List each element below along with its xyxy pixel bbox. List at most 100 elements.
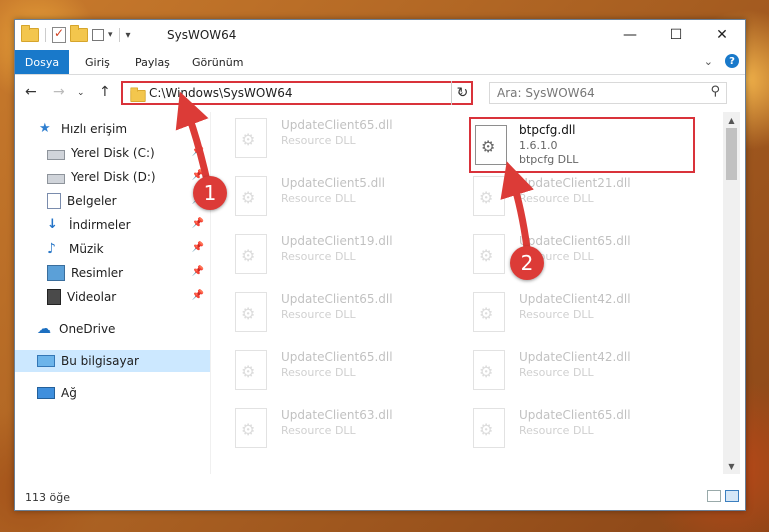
sidebar-item-label: Yerel Disk (D:) <box>71 170 156 184</box>
address-path[interactable]: C:\Windows\SysWOW64 <box>149 86 293 100</box>
sidebar-item-network[interactable]: Ağ <box>15 382 210 404</box>
star-icon: ★ <box>39 121 51 136</box>
folder-icon <box>21 25 39 42</box>
list-item[interactable]: UpdateClient65.dllResource DLL <box>211 344 421 396</box>
dll-file-icon <box>473 176 505 216</box>
scroll-thumb[interactable] <box>726 128 737 180</box>
dll-file-icon <box>235 408 267 448</box>
tab-file[interactable]: Dosya <box>15 50 69 74</box>
sidebar-item-local-disk-d[interactable]: Yerel Disk (D:) 📌 <box>15 166 210 188</box>
separator <box>45 28 46 42</box>
details-view-icon[interactable] <box>707 490 721 502</box>
list-item[interactable]: UpdateClient21.dllResource DLL <box>449 170 659 222</box>
dll-file-icon <box>473 234 505 274</box>
navigation-pane: ★ Hızlı erişim Yerel Disk (C:) 📌 Yerel D… <box>15 112 210 474</box>
drive-icon <box>47 173 65 184</box>
address-bar[interactable]: C:\Windows\SysWOW64 ⌄ <box>121 81 473 105</box>
window-controls: — ☐ ✕ <box>607 20 745 50</box>
search-input[interactable]: Ara: SysWOW64 ⚲ <box>489 82 727 104</box>
network-icon <box>37 387 55 399</box>
pin-icon[interactable]: 📌 <box>192 290 204 301</box>
file-description: btpcfg DLL <box>519 153 579 166</box>
dll-file-icon <box>235 176 267 216</box>
maximize-button[interactable]: ☐ <box>653 20 699 50</box>
folder-icon <box>130 87 146 102</box>
scroll-up-icon[interactable]: ▲ <box>723 112 740 128</box>
up-icon[interactable]: ↑ <box>99 84 111 100</box>
pin-icon[interactable]: 📌 <box>192 218 204 229</box>
dll-file-icon <box>235 292 267 332</box>
quick-access-toolbar: ▾ ▾ <box>21 25 131 43</box>
vertical-scrollbar[interactable]: ▲ ▼ <box>723 112 740 474</box>
expand-ribbon-icon[interactable]: ⌄ <box>704 55 713 68</box>
sidebar-item-onedrive[interactable]: ☁ OneDrive <box>15 318 210 340</box>
view-toggle <box>707 490 739 502</box>
sidebar-item-videos[interactable]: Videolar 📌 <box>15 286 210 308</box>
pin-icon[interactable]: 📌 <box>192 146 204 157</box>
sidebar-item-local-disk-c[interactable]: Yerel Disk (C:) 📌 <box>15 142 210 164</box>
sidebar-item-quick-access[interactable]: ★ Hızlı erişim <box>15 118 210 140</box>
sidebar-item-label: Resimler <box>71 266 124 280</box>
customize-toolbar-icon[interactable]: ▾ <box>126 30 131 41</box>
download-icon: ↓ <box>47 217 58 232</box>
file-version: 1.6.1.0 <box>519 139 558 152</box>
refresh-button[interactable]: ↻ <box>451 81 473 105</box>
dll-file-icon <box>235 234 267 274</box>
pin-icon[interactable]: 📌 <box>192 266 204 277</box>
back-icon[interactable]: ← <box>25 84 37 100</box>
list-item[interactable]: UpdateClient5.dllResource DLL <box>211 170 421 222</box>
dll-file-icon <box>235 118 267 158</box>
minimize-button[interactable]: — <box>607 20 653 50</box>
highlighted-file-btpcfg[interactable]: btpcfg.dll 1.6.1.0 btpcfg DLL <box>469 117 695 173</box>
sidebar-item-label: Müzik <box>69 242 104 256</box>
new-folder-icon[interactable] <box>70 25 88 42</box>
dll-file-icon <box>235 350 267 390</box>
list-item[interactable]: UpdateClient65.dllResource DLL <box>211 112 421 164</box>
chevron-down-icon[interactable]: ▾ <box>108 30 113 40</box>
list-item[interactable]: UpdateClient42.dllResource DLL <box>449 286 659 338</box>
tab-home[interactable]: Giriş <box>85 50 110 74</box>
sidebar-item-documents[interactable]: Belgeler 📌 <box>15 190 210 212</box>
sidebar-item-downloads[interactable]: ↓ İndirmeler 📌 <box>15 214 210 236</box>
sidebar-item-this-pc[interactable]: Bu bilgisayar <box>15 350 210 372</box>
close-button[interactable]: ✕ <box>699 20 745 50</box>
properties-icon[interactable] <box>52 26 66 43</box>
music-icon: ♪ <box>47 241 56 257</box>
address-row: ← → ⌄ ↑ C:\Windows\SysWOW64 ⌄ ↻ Ara: Sys… <box>15 75 745 110</box>
separator <box>118 28 120 42</box>
list-item[interactable]: UpdateClient19.dllResource DLL <box>211 228 421 280</box>
cloud-icon: ☁ <box>37 321 51 337</box>
dll-file-icon <box>475 125 507 165</box>
picture-icon <box>47 265 65 281</box>
sidebar-item-pictures[interactable]: Resimler 📌 <box>15 262 210 284</box>
sidebar-item-music[interactable]: ♪ Müzik 📌 <box>15 238 210 260</box>
window-title: SysWOW64 <box>167 28 237 42</box>
list-item[interactable]: UpdateClient42.dllResource DLL <box>449 344 659 396</box>
pin-icon[interactable]: 📌 <box>192 242 204 253</box>
tab-view[interactable]: Görünüm <box>192 50 243 74</box>
scroll-down-icon[interactable]: ▼ <box>723 458 740 474</box>
dll-file-icon <box>473 350 505 390</box>
help-icon[interactable]: ? <box>725 54 739 68</box>
search-placeholder: Ara: SysWOW64 <box>497 86 595 100</box>
view-icon[interactable] <box>92 29 104 41</box>
sidebar-item-label: Belgeler <box>67 194 117 208</box>
list-item[interactable]: UpdateClient63.dllResource DLL <box>211 402 421 454</box>
list-item[interactable]: UpdateClient65.dllResource DLL <box>211 286 421 338</box>
tab-share[interactable]: Paylaş <box>135 50 170 74</box>
recent-locations-icon[interactable]: ⌄ <box>77 88 85 98</box>
item-count: 113 öğe <box>25 491 70 504</box>
ribbon-tabs: Dosya Giriş Paylaş Görünüm ⌄ ? <box>15 50 745 75</box>
list-item[interactable]: UpdateClient65.dllResource DLL <box>449 402 659 454</box>
tiles-view-icon[interactable] <box>725 490 739 502</box>
sidebar-item-label: Videolar <box>67 290 117 304</box>
step-badge-2: 2 <box>510 246 544 280</box>
drive-icon <box>47 149 65 160</box>
sidebar-item-label: İndirmeler <box>69 218 131 232</box>
step-badge-1: 1 <box>193 176 227 210</box>
forward-icon[interactable]: → <box>53 84 65 100</box>
search-icon[interactable]: ⚲ <box>710 84 720 99</box>
video-icon <box>47 289 61 305</box>
ribbon-right: ⌄ ? <box>704 54 739 68</box>
list-item[interactable]: UpdateClient65.dllResource DLL <box>449 228 659 280</box>
